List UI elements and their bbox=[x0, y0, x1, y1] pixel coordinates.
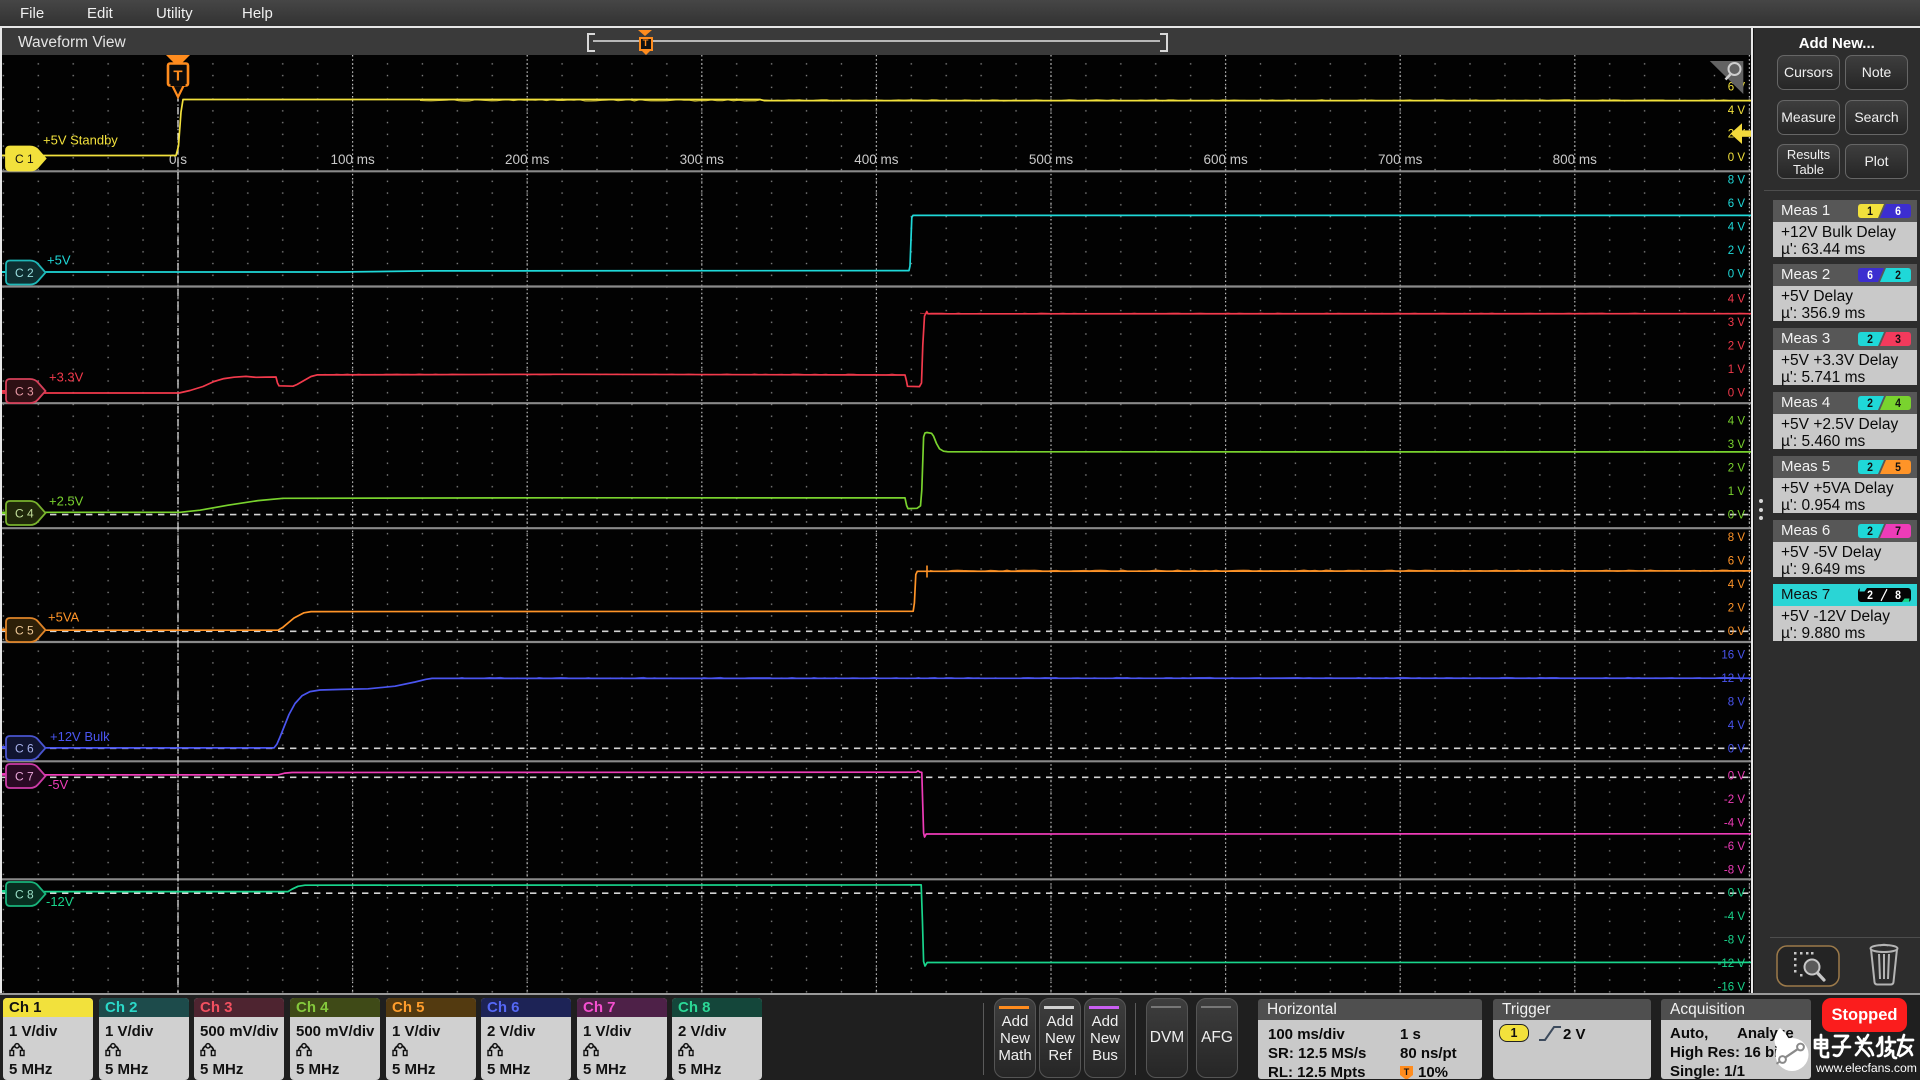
svg-text:6 V: 6 V bbox=[1728, 198, 1746, 210]
svg-text:16 V: 16 V bbox=[1721, 650, 1745, 662]
svg-text:200 ms: 200 ms bbox=[505, 152, 550, 167]
svg-text:C 8: C 8 bbox=[15, 887, 34, 901]
svg-text:C 6: C 6 bbox=[15, 741, 34, 755]
svg-text:4: 4 bbox=[1895, 397, 1901, 410]
svg-text:4 V: 4 V bbox=[1728, 720, 1746, 732]
svg-text:3 V: 3 V bbox=[1728, 439, 1746, 451]
svg-text:-12V: -12V bbox=[46, 894, 74, 909]
svg-text:+12V Bulk: +12V Bulk bbox=[50, 729, 110, 744]
svg-text:-6 V: -6 V bbox=[1724, 841, 1745, 853]
svg-text:0 V: 0 V bbox=[1728, 626, 1746, 638]
svg-text:4 V: 4 V bbox=[1728, 222, 1746, 234]
svg-text:-5V: -5V bbox=[48, 777, 69, 792]
svg-text:3 V: 3 V bbox=[1728, 317, 1746, 329]
svg-text:12 V: 12 V bbox=[1721, 673, 1745, 685]
svg-text:C 7: C 7 bbox=[15, 769, 34, 783]
svg-text:+2.5V: +2.5V bbox=[49, 494, 84, 509]
svg-text:0 V: 0 V bbox=[1728, 888, 1746, 900]
svg-text:+5V: +5V bbox=[47, 253, 71, 268]
svg-text:T: T bbox=[173, 68, 182, 85]
svg-text:1 V: 1 V bbox=[1728, 486, 1746, 498]
svg-text:2: 2 bbox=[1895, 269, 1901, 282]
svg-text:-12 V: -12 V bbox=[1718, 958, 1746, 970]
svg-text:400 ms: 400 ms bbox=[854, 152, 899, 167]
svg-text:4 V: 4 V bbox=[1728, 579, 1746, 591]
svg-text:8 V: 8 V bbox=[1728, 532, 1746, 544]
svg-text:C 2: C 2 bbox=[15, 266, 34, 280]
svg-text:-2 V: -2 V bbox=[1724, 794, 1745, 806]
svg-text:300 ms: 300 ms bbox=[680, 152, 725, 167]
svg-text:0 s: 0 s bbox=[169, 152, 187, 167]
svg-text:1: 1 bbox=[1867, 205, 1873, 218]
svg-text:C 1: C 1 bbox=[15, 152, 34, 166]
svg-text:2: 2 bbox=[1867, 461, 1873, 474]
svg-text:+3.3V: +3.3V bbox=[49, 370, 84, 385]
svg-text:4 V: 4 V bbox=[1728, 416, 1746, 428]
svg-text:6: 6 bbox=[1867, 269, 1873, 282]
svg-text:2: 2 bbox=[1867, 397, 1873, 410]
svg-text:2: 2 bbox=[1867, 589, 1873, 602]
svg-text:C 5: C 5 bbox=[15, 623, 34, 637]
svg-text:-16 V: -16 V bbox=[1718, 982, 1746, 994]
svg-text:-4 V: -4 V bbox=[1724, 911, 1745, 923]
svg-text:3: 3 bbox=[1895, 333, 1901, 346]
svg-text:C 4: C 4 bbox=[15, 506, 34, 520]
svg-text:2: 2 bbox=[1867, 333, 1873, 346]
svg-text:-4 V: -4 V bbox=[1724, 818, 1745, 830]
svg-text:100 ms: 100 ms bbox=[330, 152, 375, 167]
svg-text:2 V: 2 V bbox=[1728, 341, 1746, 353]
svg-text:4 V: 4 V bbox=[1728, 105, 1746, 117]
svg-text:+5VA: +5VA bbox=[48, 610, 80, 625]
svg-text:6 V: 6 V bbox=[1728, 556, 1746, 568]
svg-text:800 ms: 800 ms bbox=[1553, 152, 1598, 167]
svg-text:0 V: 0 V bbox=[1728, 388, 1746, 400]
svg-text:600 ms: 600 ms bbox=[1203, 152, 1248, 167]
svg-text:-8 V: -8 V bbox=[1724, 935, 1745, 947]
svg-text:4 V: 4 V bbox=[1728, 294, 1746, 306]
svg-text:www.elecfans.com: www.elecfans.com bbox=[1815, 1061, 1917, 1075]
svg-text:0 V: 0 V bbox=[1728, 744, 1746, 756]
svg-text:-8 V: -8 V bbox=[1724, 865, 1745, 877]
svg-text:500 ms: 500 ms bbox=[1029, 152, 1074, 167]
svg-text:8: 8 bbox=[1895, 589, 1901, 602]
svg-text:T: T bbox=[1404, 1067, 1410, 1077]
svg-text:0 V: 0 V bbox=[1728, 771, 1746, 783]
svg-text:5: 5 bbox=[1895, 461, 1901, 474]
svg-text:+5V Standby: +5V Standby bbox=[43, 133, 118, 148]
svg-text:2 V: 2 V bbox=[1728, 245, 1746, 257]
svg-text:7: 7 bbox=[1895, 525, 1901, 538]
svg-text:2 V: 2 V bbox=[1728, 603, 1746, 615]
svg-text:2 V: 2 V bbox=[1728, 463, 1746, 475]
svg-text:2: 2 bbox=[1867, 525, 1873, 538]
svg-text:8 V: 8 V bbox=[1728, 175, 1746, 187]
svg-text:1 V: 1 V bbox=[1728, 364, 1746, 376]
svg-text:0 V: 0 V bbox=[1728, 269, 1746, 281]
svg-text:C 3: C 3 bbox=[15, 384, 34, 398]
svg-text:0 V: 0 V bbox=[1728, 510, 1746, 522]
svg-text:0 V: 0 V bbox=[1728, 152, 1746, 164]
svg-text:8 V: 8 V bbox=[1728, 697, 1746, 709]
svg-text:6: 6 bbox=[1895, 205, 1901, 218]
svg-text:700 ms: 700 ms bbox=[1378, 152, 1423, 167]
